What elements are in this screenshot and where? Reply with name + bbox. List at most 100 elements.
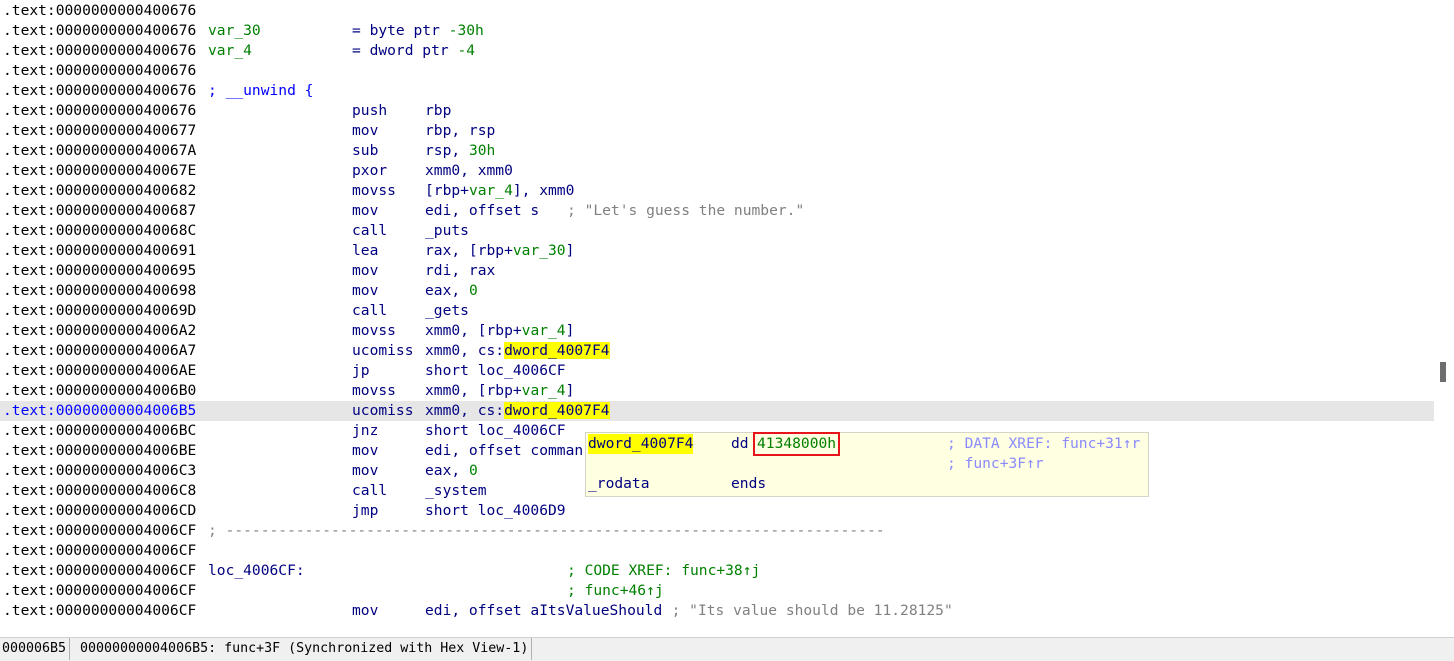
instruction-mnemonic[interactable]: jmp [352,501,378,521]
stack-variable[interactable]: var_4 [522,322,566,339]
listing-line[interactable]: .text:0000000000400687 mov edi, offset s ; … [0,201,1434,221]
instruction-mnemonic[interactable]: mov [352,261,378,281]
instruction-mnemonic[interactable]: jnz [352,421,378,441]
line-address[interactable]: .text:000000000040067A [3,141,196,161]
listing-line[interactable]: .text:00000000004006CF loc_4006CF: ; CODE … [0,561,1434,581]
instruction-operands[interactable]: edi, offset aItsValueShould [425,601,662,621]
line-address[interactable]: .text:00000000004006CD [3,501,196,521]
listing-line[interactable]: .text:0000000000400695 mov rdi, rax [0,261,1434,281]
line-address[interactable]: .text:0000000000400676 [3,41,196,61]
instruction-operands[interactable]: eax, 0 [425,281,478,301]
listing-line[interactable]: .text:0000000000400676 push rbp [0,101,1434,121]
line-address[interactable]: .text:0000000000400676 [3,61,196,81]
instruction-operands[interactable]: [rbp+var_4], xmm0 [425,181,574,201]
scrollbar-thumb[interactable] [1440,362,1446,382]
listing-line[interactable]: .text:00000000004006A2 movss xmm0, [rbp+va… [0,321,1434,341]
listing-line[interactable]: .text:0000000000400682 movss [rbp+var_4], … [0,181,1434,201]
instruction-mnemonic[interactable]: call [352,221,387,241]
line-address[interactable]: .text:00000000004006CF [3,521,196,541]
instruction-operands[interactable]: xmm0, [rbp+var_4] [425,321,574,341]
line-address[interactable]: .text:0000000000400687 [3,201,196,221]
instruction-operands[interactable]: eax, 0 [425,461,478,481]
instruction-mnemonic[interactable]: mov [352,201,378,221]
line-address[interactable]: .text:00000000004006B0 [3,381,196,401]
instruction-mnemonic[interactable]: call [352,481,387,501]
listing-line[interactable]: .text:0000000000400676 var_4 = dword ptr -… [0,41,1434,61]
instruction-operands[interactable]: edi, offset comman [425,441,583,461]
instruction-mnemonic[interactable]: movss [352,181,396,201]
instruction-operands[interactable]: short loc_4006D9 [425,501,566,521]
instruction-mnemonic[interactable]: mov [352,121,378,141]
listing-line[interactable]: .text:00000000004006B0 movss xmm0, [rbp+va… [0,381,1434,401]
listing-line[interactable]: .text:00000000004006CF ; func+46↑j [0,581,1434,601]
instruction-operands[interactable]: xmm0, xmm0 [425,161,513,181]
instruction-mnemonic[interactable]: mov [352,441,378,461]
instruction-operands[interactable]: xmm0, [rbp+var_4] [425,381,574,401]
line-address[interactable]: .text:00000000004006BE [3,441,196,461]
listing-line[interactable]: .text:0000000000400676 ; __unwind { [0,81,1434,101]
instruction-mnemonic[interactable]: sub [352,141,378,161]
instruction-operands[interactable]: rsp, 30h [425,141,495,161]
unwind-comment[interactable]: ; __unwind { [208,81,313,101]
line-address[interactable]: .text:0000000000400691 [3,241,196,261]
stack-variable[interactable]: var_4 [522,382,566,399]
code-xref-comment[interactable]: ; CODE XREF: func+38↑j [567,561,760,581]
line-address[interactable]: .text:000000000040068C [3,221,196,241]
listing-line[interactable]: .text:000000000040069D call _gets [0,301,1434,321]
label-name[interactable]: var_4 [208,41,252,61]
highlighted-symbol[interactable]: dword_4007F4 [504,402,610,419]
instruction-mnemonic[interactable]: movss [352,381,396,401]
stack-variable[interactable]: var_4 [469,182,513,199]
disassembly-listing[interactable]: .text:0000000000400676 .text:000000000040… [0,0,1436,636]
listing-line[interactable]: .text:000000000040067E pxor xmm0, xmm0 [0,161,1434,181]
listing-line[interactable]: .text:00000000004006A7 ucomiss xmm0, cs:dw… [0,341,1434,361]
instruction-mnemonic[interactable]: movss [352,321,396,341]
instruction-mnemonic[interactable]: mov [352,601,378,621]
line-address[interactable]: .text:0000000000400695 [3,261,196,281]
variable-declaration[interactable]: = byte ptr -30h [352,21,484,41]
line-address[interactable]: .text:00000000004006A7 [3,341,196,361]
instruction-operands[interactable]: rax, [rbp+var_30] [425,241,574,261]
highlighted-symbol[interactable]: dword_4007F4 [504,342,610,359]
line-address[interactable]: .text:0000000000400676 [3,101,196,121]
listing-line[interactable]: .text:00000000004006CF mov edi, offset aIt… [0,601,1434,621]
instruction-mnemonic[interactable]: lea [352,241,378,261]
listing-line[interactable]: .text:0000000000400698 mov eax, 0 [0,281,1434,301]
instruction-operands[interactable]: short loc_4006CF [425,361,566,381]
line-address[interactable]: .text:00000000004006CF [3,561,196,581]
instruction-operands[interactable]: edi, offset s [425,201,539,221]
instruction-operands[interactable]: short loc_4006CF [425,421,566,441]
line-address[interactable]: .text:00000000004006BC [3,421,196,441]
instruction-mnemonic[interactable]: ucomiss [352,341,414,361]
instruction-mnemonic[interactable]: ucomiss [352,401,414,421]
instruction-operands[interactable]: rbp [425,101,451,121]
vertical-scrollbar[interactable] [1436,0,1454,636]
label-name[interactable]: loc_4006CF: [208,561,305,581]
instruction-mnemonic[interactable]: mov [352,281,378,301]
listing-line[interactable]: .text:00000000004006CD jmp short loc_4006D… [0,501,1434,521]
line-address[interactable]: .text:00000000004006CF [3,541,196,561]
instruction-mnemonic[interactable]: pxor [352,161,387,181]
instruction-operands[interactable]: xmm0, cs:dword_4007F4 [425,341,610,361]
line-address[interactable]: .text:0000000000400676 [3,81,196,101]
listing-line[interactable]: .text:00000000004006CF [0,541,1434,561]
listing-line[interactable]: .text:0000000000400677 mov rbp, rsp [0,121,1434,141]
instruction-mnemonic[interactable]: call [352,301,387,321]
instruction-operands[interactable]: xmm0, cs:dword_4007F4 [425,401,610,421]
instruction-operands[interactable]: _system [425,481,487,501]
instruction-mnemonic[interactable]: push [352,101,387,121]
instruction-operands[interactable]: _gets [425,301,469,321]
line-address[interactable]: .text:00000000004006C3 [3,461,196,481]
line-address[interactable]: .text:00000000004006CF [3,581,196,601]
instruction-operands[interactable]: rbp, rsp [425,121,495,141]
label-name[interactable]: var_30 [208,21,261,41]
listing-line[interactable]: .text:000000000040067A sub rsp, 30h [0,141,1434,161]
listing-line[interactable]: .text:00000000004006AE jp short loc_4006CF [0,361,1434,381]
stack-variable[interactable]: var_30 [513,242,566,259]
line-address[interactable]: .text:0000000000400676 [3,21,196,41]
line-address[interactable]: .text:00000000004006CF [3,601,196,621]
line-address[interactable]: .text:0000000000400677 [3,121,196,141]
line-address[interactable]: .text:0000000000400698 [3,281,196,301]
code-xref-comment[interactable]: ; func+46↑j [567,581,664,601]
line-address[interactable]: .text:0000000000400676 [3,1,196,21]
